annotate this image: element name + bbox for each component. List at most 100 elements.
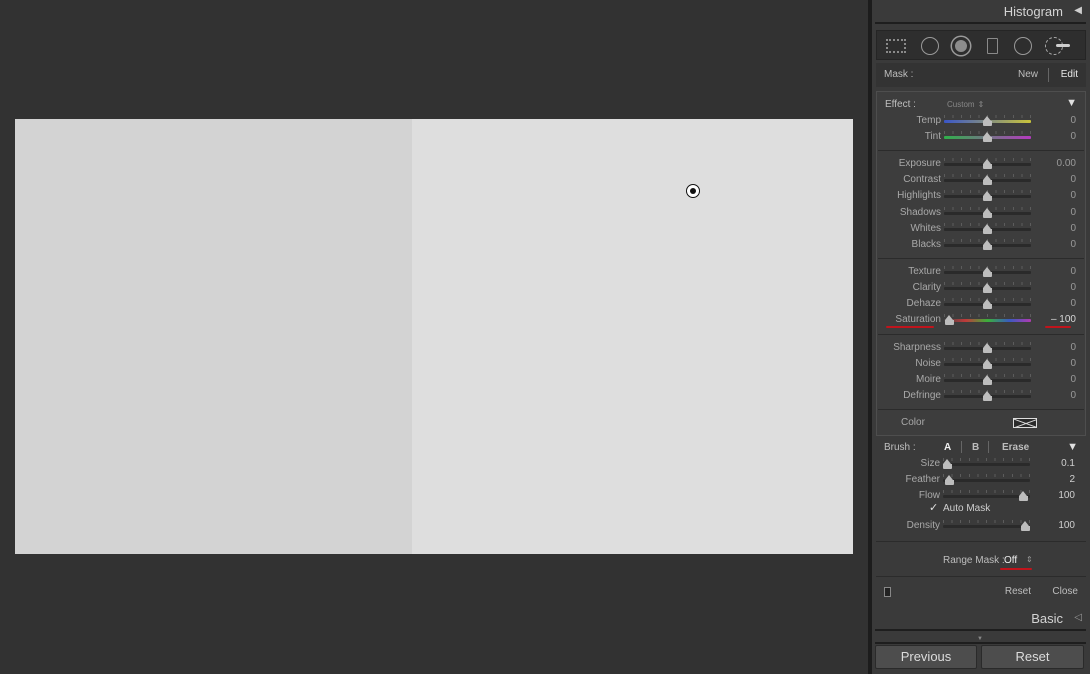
slider-label: Dehaze <box>906 298 941 309</box>
histogram-header[interactable]: Histogram ◀ <box>872 0 1090 24</box>
range-mask-dropdown[interactable]: Off <box>1004 555 1017 566</box>
color-swatch[interactable] <box>1013 418 1037 428</box>
slider-thumb[interactable] <box>983 191 992 201</box>
slider-thumb[interactable] <box>983 391 992 401</box>
slider-texture[interactable]: Texture 0 <box>877 264 1087 280</box>
basic-header[interactable]: Basic ◁ ▼ <box>872 606 1090 644</box>
spot-removal-icon[interactable] <box>919 37 941 55</box>
slider-thumb[interactable] <box>943 459 952 469</box>
slider-brush-density[interactable]: Density 100 <box>876 518 1086 534</box>
radial-filter-icon[interactable] <box>1012 37 1034 55</box>
slider-track[interactable] <box>943 495 1030 498</box>
slider-value[interactable]: 0 <box>1070 174 1076 185</box>
photo-preview[interactable] <box>15 119 853 554</box>
effect-collapse-icon[interactable]: ▼ <box>1066 97 1077 109</box>
slider-highlights[interactable]: Highlights 0 <box>877 188 1087 204</box>
basic-title: Basic <box>1031 611 1063 626</box>
auto-mask-checkbox[interactable]: ✓ <box>929 501 938 514</box>
collapse-arrow-icon[interactable]: ◀ <box>1074 5 1082 16</box>
slider-track[interactable] <box>943 463 1030 466</box>
slider-temp[interactable]: Temp 0 <box>877 113 1087 129</box>
slider-noise[interactable]: Noise 0 <box>877 356 1087 372</box>
slider-tint[interactable]: Tint 0 <box>877 129 1087 145</box>
brush-a-button[interactable]: A <box>944 442 951 453</box>
slider-thumb[interactable] <box>983 299 992 309</box>
slider-contrast[interactable]: Contrast 0 <box>877 172 1087 188</box>
slider-value[interactable]: 100 <box>1058 490 1075 501</box>
slider-exposure[interactable]: Exposure 0.00 <box>877 156 1087 172</box>
slider-thumb[interactable] <box>983 283 992 293</box>
slider-thumb[interactable] <box>983 359 992 369</box>
slider-value[interactable]: 0 <box>1070 282 1076 293</box>
slider-thumb[interactable] <box>983 208 992 218</box>
slider-thumb[interactable] <box>983 267 992 277</box>
show-overlay-toggle[interactable] <box>884 587 891 597</box>
slider-value[interactable]: 0.1 <box>1061 458 1075 469</box>
brush-b-button[interactable]: B <box>972 442 979 453</box>
slider-thumb[interactable] <box>983 375 992 385</box>
slider-thumb[interactable] <box>1021 521 1030 531</box>
reset-button[interactable]: Reset <box>981 645 1084 669</box>
slider-value[interactable]: 0 <box>1070 131 1076 142</box>
slider-value[interactable]: 0 <box>1070 374 1076 385</box>
mask-edit-button[interactable]: Edit <box>1061 69 1078 80</box>
slider-value[interactable]: 0 <box>1070 266 1076 277</box>
adjustment-brush-pin[interactable] <box>686 184 700 198</box>
slider-value[interactable]: 0 <box>1070 223 1076 234</box>
slider-thumb[interactable] <box>983 224 992 234</box>
slider-label: Clarity <box>912 282 941 293</box>
slider-thumb[interactable] <box>983 240 992 250</box>
slider-thumb[interactable] <box>945 315 954 325</box>
effect-label: Effect : <box>885 99 916 110</box>
slider-thumb[interactable] <box>983 132 992 142</box>
slider-thumb[interactable] <box>983 175 992 185</box>
mask-reset-button[interactable]: Reset <box>1005 586 1031 597</box>
slider-label: Contrast <box>903 174 941 185</box>
slider-blacks[interactable]: Blacks 0 <box>877 237 1087 253</box>
slider-value[interactable]: 0 <box>1070 239 1076 250</box>
expand-arrow-icon[interactable]: ◁ <box>1074 612 1082 623</box>
slider-defringe[interactable]: Defringe 0 <box>877 388 1087 404</box>
effect-preset-dropdown[interactable]: Custom ⇕ <box>944 99 984 110</box>
adjustment-brush-icon[interactable] <box>1043 37 1070 55</box>
slider-brush-feather[interactable]: Feather 2 <box>876 472 1086 488</box>
slider-value[interactable]: 0.00 <box>1057 158 1076 169</box>
slider-value[interactable]: 0 <box>1070 342 1076 353</box>
red-eye-icon[interactable] <box>950 37 972 55</box>
slider-thumb[interactable] <box>945 475 954 485</box>
graduated-filter-icon[interactable] <box>981 37 1003 55</box>
slider-value[interactable]: 0 <box>1070 358 1076 369</box>
updown-icon[interactable]: ⇕ <box>1026 555 1033 564</box>
slider-value[interactable]: 0 <box>1070 207 1076 218</box>
slider-value[interactable]: 2 <box>1069 474 1075 485</box>
slider-value[interactable]: 100 <box>1058 520 1075 531</box>
slider-thumb[interactable] <box>983 116 992 126</box>
slider-whites[interactable]: Whites 0 <box>877 221 1087 237</box>
slider-track[interactable] <box>943 479 1030 482</box>
brush-collapse-icon[interactable]: ▼ <box>1067 441 1078 453</box>
slider-sharpness[interactable]: Sharpness 0 <box>877 340 1087 356</box>
header-divider <box>875 629 1086 631</box>
slider-value[interactable]: – 100 <box>1051 314 1076 325</box>
brush-erase-button[interactable]: Erase <box>1002 442 1029 453</box>
crop-overlay-icon[interactable] <box>885 37 907 55</box>
slider-thumb[interactable] <box>1019 491 1028 501</box>
mask-new-button[interactable]: New <box>1018 69 1038 80</box>
slider-value[interactable]: 0 <box>1070 298 1076 309</box>
slider-value[interactable]: 0 <box>1070 190 1076 201</box>
slider-track[interactable] <box>943 525 1030 528</box>
slider-value[interactable]: 0 <box>1070 390 1076 401</box>
slider-value[interactable]: 0 <box>1070 115 1076 126</box>
slider-thumb[interactable] <box>983 159 992 169</box>
slider-track[interactable] <box>944 319 1031 322</box>
slider-brush-flow[interactable]: Flow 100 <box>876 488 1086 504</box>
slider-moire[interactable]: Moire 0 <box>877 372 1087 388</box>
slider-clarity[interactable]: Clarity 0 <box>877 280 1087 296</box>
image-canvas[interactable] <box>0 0 868 674</box>
previous-button[interactable]: Previous <box>875 645 977 669</box>
slider-thumb[interactable] <box>983 343 992 353</box>
slider-brush-size[interactable]: Size 0.1 <box>876 456 1086 472</box>
slider-dehaze[interactable]: Dehaze 0 <box>877 296 1087 312</box>
mask-close-button[interactable]: Close <box>1052 586 1078 597</box>
slider-shadows[interactable]: Shadows 0 <box>877 205 1087 221</box>
